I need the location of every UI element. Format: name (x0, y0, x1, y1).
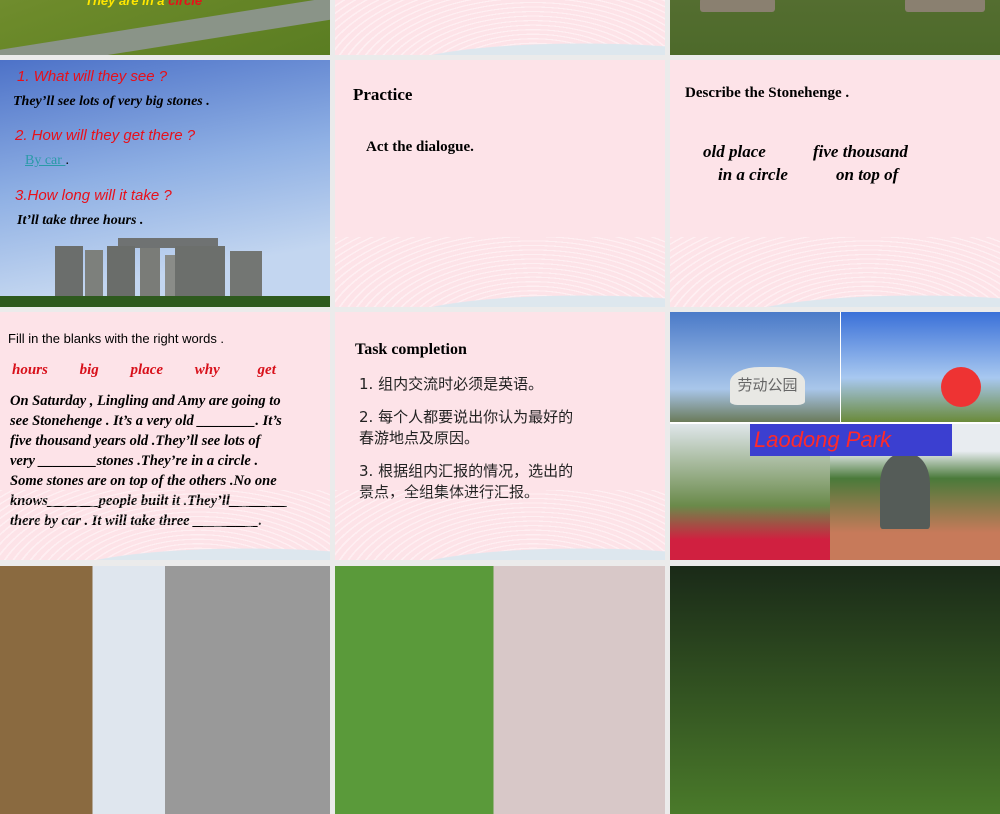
slide-thumbnail-4[interactable]: 1. What will they see ? They’ll see lots… (0, 60, 330, 307)
stone-image (700, 0, 775, 12)
slide-body: Act the dialogue. (366, 139, 474, 155)
stone-image (905, 0, 985, 12)
task-list: 1. 组内交流时必须是英语。 2. 每个人都要说出你认为最好的 春游地点及原因。 … (359, 375, 574, 501)
answer-1: They’ll see lots of very big stones . (13, 94, 210, 109)
answer-2-link[interactable]: By car (25, 153, 65, 168)
slide-thumbnail-1[interactable]: They are in a circle (0, 0, 330, 55)
answer-3: It’ll take three hours . (17, 213, 144, 228)
park-sign: 劳动公园 (730, 367, 805, 405)
word: why (194, 362, 220, 378)
slide-thumbnail-2[interactable] (335, 0, 665, 55)
park-banner: Laodong Park (750, 424, 952, 456)
passage: On Saturday , Lingling and Amy are going… (10, 393, 288, 529)
slide-thumbnail-6[interactable]: Describe the Stonehenge . old place five… (670, 60, 1000, 307)
slide-thumbnail-10[interactable] (0, 566, 330, 814)
word: in a circle (718, 165, 788, 184)
slide-title: Describe the Stonehenge . (685, 85, 850, 101)
path-image (0, 0, 330, 55)
word: on top of (836, 165, 899, 184)
park-photo (841, 312, 1000, 422)
slide-caption: They are in a circle (85, 0, 203, 8)
word: five thousand (813, 142, 908, 161)
question-2: 2. How will they get there ? (15, 127, 196, 144)
slide-title: Task completion (355, 341, 467, 358)
park-photo: 劳动公园 (670, 312, 840, 422)
slide-thumbnail-9[interactable]: 劳动公园 Laodong Park (670, 312, 1000, 560)
word: get (257, 362, 276, 378)
word: big (79, 362, 99, 378)
slide-thumbnail-12[interactable] (670, 566, 1000, 814)
question-3: 3.How long will it take ? (15, 187, 172, 204)
word: hours (12, 362, 48, 378)
slide-title: Fill in the blanks with the right words … (8, 331, 225, 346)
answer-2-end: . (65, 153, 69, 168)
word: old place (703, 142, 766, 161)
slide-thumbnail-8[interactable]: Task completion 1. 组内交流时必须是英语。 2. 每个人都要说… (335, 312, 665, 560)
word: place (130, 362, 164, 378)
question-1: 1. What will they see ? (17, 68, 168, 85)
slide-thumbnail-7[interactable]: Fill in the blanks with the right words … (0, 312, 330, 560)
slide-thumbnail-11[interactable] (335, 566, 665, 814)
slide-thumbnail-5[interactable]: Practice Act the dialogue. (335, 60, 665, 307)
slide-thumbnail-3[interactable] (670, 0, 1000, 55)
slide-title: Practice (353, 85, 413, 104)
